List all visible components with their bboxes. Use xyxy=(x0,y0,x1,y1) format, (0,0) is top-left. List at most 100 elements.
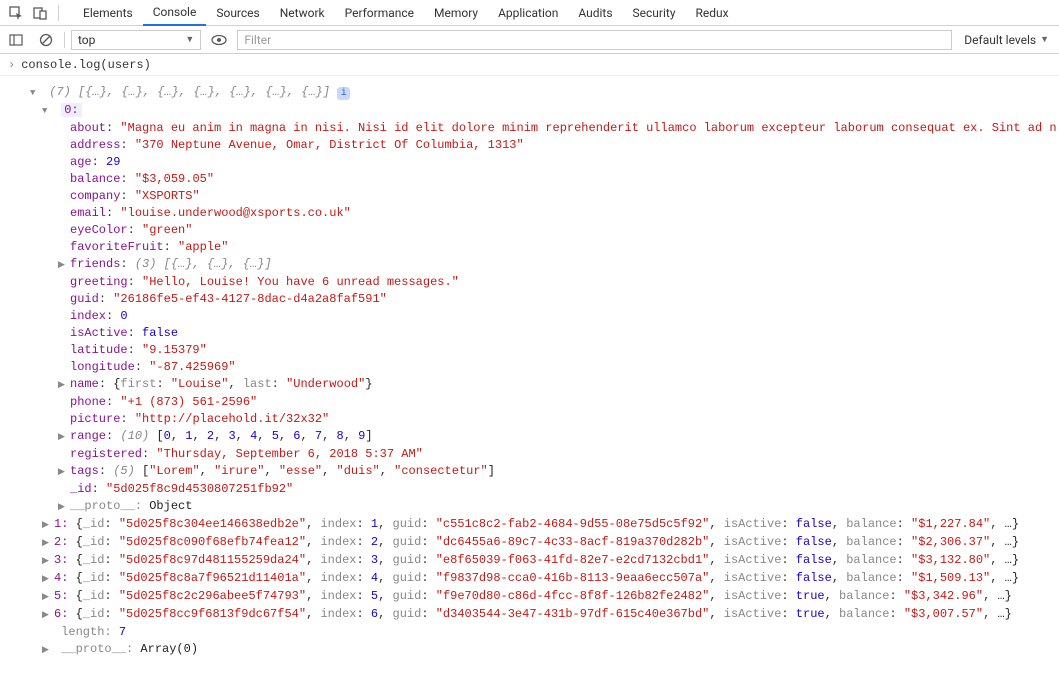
entry-row[interactable]: 6: {_id: "5d025f8cc9f6813f9dc67f54", ind… xyxy=(8,606,1051,624)
prop-value: 29 xyxy=(106,155,120,169)
prop-value: "370 Neptune Avenue, Omar, District Of C… xyxy=(135,138,524,152)
entry-0-body: about: "Magna eu anim in magna in nisi. … xyxy=(8,120,1051,516)
tab-network[interactable]: Network xyxy=(270,0,335,26)
prop-row[interactable]: email: "louise.underwood@xsports.co.uk" xyxy=(8,205,1051,222)
device-toolbar-icon[interactable] xyxy=(28,1,52,25)
clear-console-icon[interactable] xyxy=(34,28,58,52)
prop-key: registered xyxy=(70,447,142,461)
expand-arrow-icon[interactable] xyxy=(58,463,68,481)
entry-key: 6: xyxy=(54,607,76,621)
tab-memory[interactable]: Memory xyxy=(424,0,488,26)
prop-key: longitude xyxy=(70,360,135,374)
entry-key: 4: xyxy=(54,571,76,585)
prop-row[interactable]: index: 0 xyxy=(8,308,1051,325)
tab-sources[interactable]: Sources xyxy=(206,0,269,26)
tab-redux[interactable]: Redux xyxy=(686,0,739,26)
prop-row[interactable]: latitude: "9.15379" xyxy=(8,342,1051,359)
entry-row[interactable]: 1: {_id: "5d025f8c304ee146638edb2e", ind… xyxy=(8,516,1051,534)
tab-performance[interactable]: Performance xyxy=(335,0,424,26)
entry-row[interactable]: 3: {_id: "5d025f8c97d481155259da24", ind… xyxy=(8,552,1051,570)
prop-value: (3) [{…}, {…}, {…}] xyxy=(135,257,272,271)
expand-arrow-icon[interactable] xyxy=(42,606,52,624)
prop-row[interactable]: favoriteFruit: "apple" xyxy=(8,239,1051,256)
expand-arrow-icon[interactable] xyxy=(58,376,68,394)
expand-arrow-icon[interactable] xyxy=(58,256,68,274)
tab-audits[interactable]: Audits xyxy=(568,0,622,26)
array-summary-row[interactable]: (7) [{…}, {…}, {…}, {…}, {…}, {…}, {…}] … xyxy=(8,84,1051,102)
prop-row[interactable]: name: {first: "Louise", last: "Underwood… xyxy=(8,376,1051,394)
entry-row[interactable]: 2: {_id: "5d025f8c090f68efb74fea12", ind… xyxy=(8,534,1051,552)
prop-row[interactable]: balance: "$3,059.05" xyxy=(8,171,1051,188)
tab-application[interactable]: Application xyxy=(488,0,568,26)
prop-value: "26186fe5-ef43-4127-8dac-d4a2a8faf591" xyxy=(113,292,387,306)
prop-row[interactable]: company: "XSPORTS" xyxy=(8,188,1051,205)
expand-arrow-icon[interactable] xyxy=(58,428,68,446)
prop-row[interactable]: registered: "Thursday, September 6, 2018… xyxy=(8,446,1051,463)
prompt-text[interactable]: console.log(users) xyxy=(21,58,151,72)
expand-arrow-icon[interactable] xyxy=(42,534,52,552)
prop-key: age xyxy=(70,155,92,169)
info-icon[interactable]: i xyxy=(337,87,350,100)
prop-value: "9.15379" xyxy=(142,343,207,357)
prop-row[interactable]: longitude: "-87.425969" xyxy=(8,359,1051,376)
log-levels-selector[interactable]: Default levels ▼ xyxy=(958,33,1055,47)
prop-key: address xyxy=(70,138,120,152)
prop-row[interactable]: address: "370 Neptune Avenue, Omar, Dist… xyxy=(8,137,1051,154)
prop-row[interactable]: friends: (3) [{…}, {…}, {…}] xyxy=(8,256,1051,274)
filter-input[interactable]: Filter xyxy=(237,30,952,50)
expand-arrow-icon[interactable] xyxy=(42,102,52,120)
prop-value: (10) xyxy=(120,429,149,443)
console-toolbar: top ▼ Filter Default levels ▼ xyxy=(0,26,1059,54)
prop-key: eyeColor xyxy=(70,223,128,237)
tab-elements[interactable]: Elements xyxy=(73,0,143,26)
prop-key: index xyxy=(70,309,106,323)
prop-row[interactable]: guid: "26186fe5-ef43-4127-8dac-d4a2a8faf… xyxy=(8,291,1051,308)
prop-row[interactable]: tags: (5) ["Lorem", "irure", "esse", "du… xyxy=(8,463,1051,481)
expand-arrow-icon[interactable] xyxy=(42,570,52,588)
prop-value: false xyxy=(142,326,178,340)
prop-row[interactable]: eyeColor: "green" xyxy=(8,222,1051,239)
expand-arrow-icon[interactable] xyxy=(42,552,52,570)
entry-key: 0: xyxy=(64,103,78,117)
prop-key: name xyxy=(70,377,99,391)
entry-row[interactable]: 5: {_id: "5d025f8c2c296abee5f74793", ind… xyxy=(8,588,1051,606)
entry-key: 5: xyxy=(54,589,76,603)
expand-arrow-icon[interactable] xyxy=(42,516,52,534)
toggle-sidebar-icon[interactable] xyxy=(4,28,28,52)
prop-value: "Louise" xyxy=(171,377,229,391)
prop-value: "apple" xyxy=(178,240,228,254)
prop-row[interactable]: isActive: false xyxy=(8,325,1051,342)
prop-value: Object xyxy=(149,499,192,513)
prop-row[interactable]: picture: "http://placehold.it/32x32" xyxy=(8,411,1051,428)
expand-arrow-icon[interactable] xyxy=(42,641,52,659)
prop-row[interactable]: greeting: "Hello, Louise! You have 6 unr… xyxy=(8,274,1051,291)
entry-0-header[interactable]: 0: xyxy=(8,102,1051,120)
expand-arrow-icon[interactable] xyxy=(42,588,52,606)
prompt-chevron-icon: › xyxy=(8,58,15,72)
prop-key: _id xyxy=(70,482,92,496)
console-output: (7) [{…}, {…}, {…}, {…}, {…}, {…}, {…}] … xyxy=(0,76,1059,675)
tab-security[interactable]: Security xyxy=(623,0,686,26)
prop-value: "Hello, Louise! You have 6 unread messag… xyxy=(142,275,459,289)
prop-value: (5) xyxy=(113,464,135,478)
chevron-down-icon: ▼ xyxy=(1040,34,1049,45)
prop-row[interactable]: __proto__: Object xyxy=(8,498,1051,516)
live-expression-icon[interactable] xyxy=(207,28,231,52)
prop-value: "-87.425969" xyxy=(149,360,235,374)
tab-console[interactable]: Console xyxy=(143,0,207,26)
prop-key: balance xyxy=(70,172,120,186)
prop-row[interactable]: phone: "+1 (873) 561-2596" xyxy=(8,394,1051,411)
entry-row[interactable]: 4: {_id: "5d025f8c8a7f96521d11401a", ind… xyxy=(8,570,1051,588)
prop-row[interactable]: age: 29 xyxy=(8,154,1051,171)
prop-row[interactable]: _id: "5d025f8c9d4530807251fb92" xyxy=(8,481,1051,498)
proto-array-row[interactable]: __proto__: Array(0) xyxy=(8,641,1051,659)
prop-row[interactable]: range: (10) [0, 1, 2, 3, 4, 5, 6, 7, 8, … xyxy=(8,428,1051,446)
array-summary: (7) [{…}, {…}, {…}, {…}, {…}, {…}, {…}] xyxy=(49,85,330,99)
prop-row[interactable]: about: "Magna eu anim in magna in nisi. … xyxy=(8,120,1051,137)
length-row: length: 7 xyxy=(8,624,1051,641)
context-selector[interactable]: top ▼ xyxy=(71,30,201,50)
expand-arrow-icon[interactable] xyxy=(30,84,40,102)
prop-key: email xyxy=(70,206,106,220)
inspect-element-icon[interactable] xyxy=(4,1,28,25)
expand-arrow-icon[interactable] xyxy=(58,498,68,516)
